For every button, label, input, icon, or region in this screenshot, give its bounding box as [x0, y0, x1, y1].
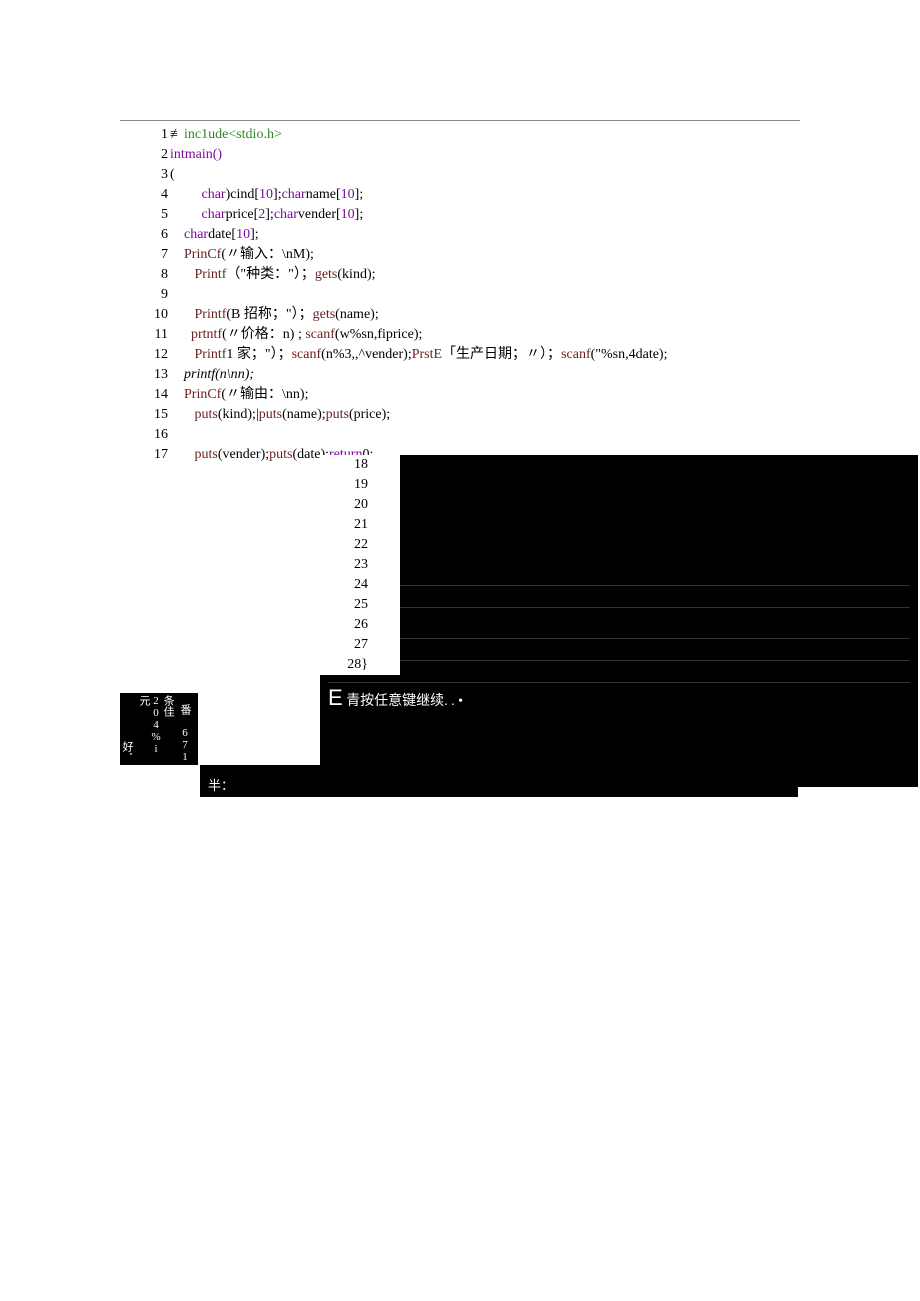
- code-line: 3(: [120, 165, 800, 185]
- line-number: 15: [120, 405, 170, 425]
- code-line: 10 Printf(B 招称；"）；gets(name);: [120, 305, 800, 325]
- line-number: 28}: [320, 655, 370, 675]
- line-number: 7: [120, 245, 170, 265]
- code-line: 6 chardate[10];: [120, 225, 800, 245]
- line-number: 14: [120, 385, 170, 405]
- code-block: 1≢inc1ude<stdio.h>2intmain()3(4 char)cin…: [120, 125, 800, 465]
- code-text: (: [170, 165, 175, 185]
- line-number: 5: [120, 205, 170, 225]
- console-text: E: [328, 685, 343, 710]
- code-line: 13 printf(n\nn);: [120, 365, 800, 385]
- console-line: 誉良: [328, 585, 910, 607]
- line-number: 19: [320, 475, 370, 495]
- line-number: 6: [120, 225, 170, 245]
- console-gutter: 1819202122232425262728}: [320, 455, 400, 675]
- line-number: 27: [320, 635, 370, 655]
- code-line: 11 prtntf(〃价格：n) ; scanf(w%sn,fiprice);: [120, 325, 800, 345]
- bottom-text: 半：: [208, 778, 234, 793]
- line-number: 24: [320, 575, 370, 595]
- line-number: 18: [320, 455, 370, 475]
- console-line: 20170219: [328, 660, 910, 682]
- line-number: 8: [120, 265, 170, 285]
- code-text: prtntf(〃价格：n) ; scanf(w%sn,fiprice);: [170, 325, 422, 345]
- side-text: 条佳 204%i元: [137, 693, 175, 765]
- code-text: Printf(B 招称；"）；gets(name);: [170, 305, 379, 325]
- line-number: 4: [120, 185, 170, 205]
- side-panel: 好． 条佳 204%i元 番 671: [120, 693, 198, 765]
- document-page: 1≢inc1ude<stdio.h>2intmain()3(4 char)cin…: [120, 120, 800, 465]
- code-line: 7 PrinCf(〃输入：\nM);: [120, 245, 800, 265]
- code-line: 16: [120, 425, 800, 445]
- bottom-bar: 半：: [200, 765, 798, 797]
- code-text: charprice[2];charvender[10];: [170, 205, 363, 225]
- code-line: 8 Printf（"种类："）；gets(kind);: [120, 265, 800, 285]
- console-line: bt: [328, 607, 910, 638]
- code-text: ≢inc1ude<stdio.h>: [170, 125, 282, 145]
- code-text: char)cind[10];charname[10];: [170, 185, 363, 205]
- console-line: 任好佳: [328, 638, 910, 660]
- line-number: 1: [120, 125, 170, 145]
- code-line: 12 Printf1 家；"）；scanf(n%3,,^vender);Prst…: [120, 345, 800, 365]
- line-number: 11: [120, 325, 170, 345]
- code-text: intmain(): [170, 145, 222, 165]
- line-number: 22: [320, 535, 370, 555]
- console-line: E 青按任意键继续. . •: [328, 682, 910, 713]
- code-line: 1≢inc1ude<stdio.h>: [120, 125, 800, 145]
- code-text: PrinCf(〃输由：\nn);: [170, 385, 308, 405]
- line-number: 16: [120, 425, 170, 445]
- line-number: 25: [320, 595, 370, 615]
- line-number: 2: [120, 145, 170, 165]
- code-line: 9: [120, 285, 800, 305]
- console-text: 青按任意键继续. . •: [343, 694, 463, 709]
- code-line: 2intmain(): [120, 145, 800, 165]
- code-text: printf(n\nn);: [170, 365, 254, 385]
- code-line: 14 PrinCf(〃输由：\nn);: [120, 385, 800, 405]
- code-text: Printf1 家；"）；scanf(n%3,,^vender);PrstE「生…: [170, 345, 667, 365]
- code-text: Printf（"种类："）；gets(kind);: [170, 265, 376, 285]
- line-number: 9: [120, 285, 170, 305]
- code-text: PrinCf(〃输入：\nM);: [170, 245, 314, 265]
- code-text: puts(kind);|puts(name);puts(price);: [170, 405, 390, 425]
- line-number: 26: [320, 615, 370, 635]
- side-text: 番 671: [178, 702, 192, 765]
- side-text: 好．: [120, 739, 134, 765]
- line-number: 12: [120, 345, 170, 365]
- line-number: 3: [120, 165, 170, 185]
- code-line: 4 char)cind[10];charname[10];: [120, 185, 800, 205]
- line-number: 21: [320, 515, 370, 535]
- line-number: 17: [120, 445, 170, 465]
- code-line: 5 charprice[2];charvender[10];: [120, 205, 800, 225]
- line-number: 23: [320, 555, 370, 575]
- top-rule: [120, 120, 800, 121]
- console-output: 1819202122232425262728} 誉良 bt 任好佳 201702…: [320, 455, 918, 787]
- line-number: 20: [320, 495, 370, 515]
- code-line: 15 puts(kind);|puts(name);puts(price);: [120, 405, 800, 425]
- line-number: 13: [120, 365, 170, 385]
- code-text: chardate[10];: [170, 225, 259, 245]
- line-number: 10: [120, 305, 170, 325]
